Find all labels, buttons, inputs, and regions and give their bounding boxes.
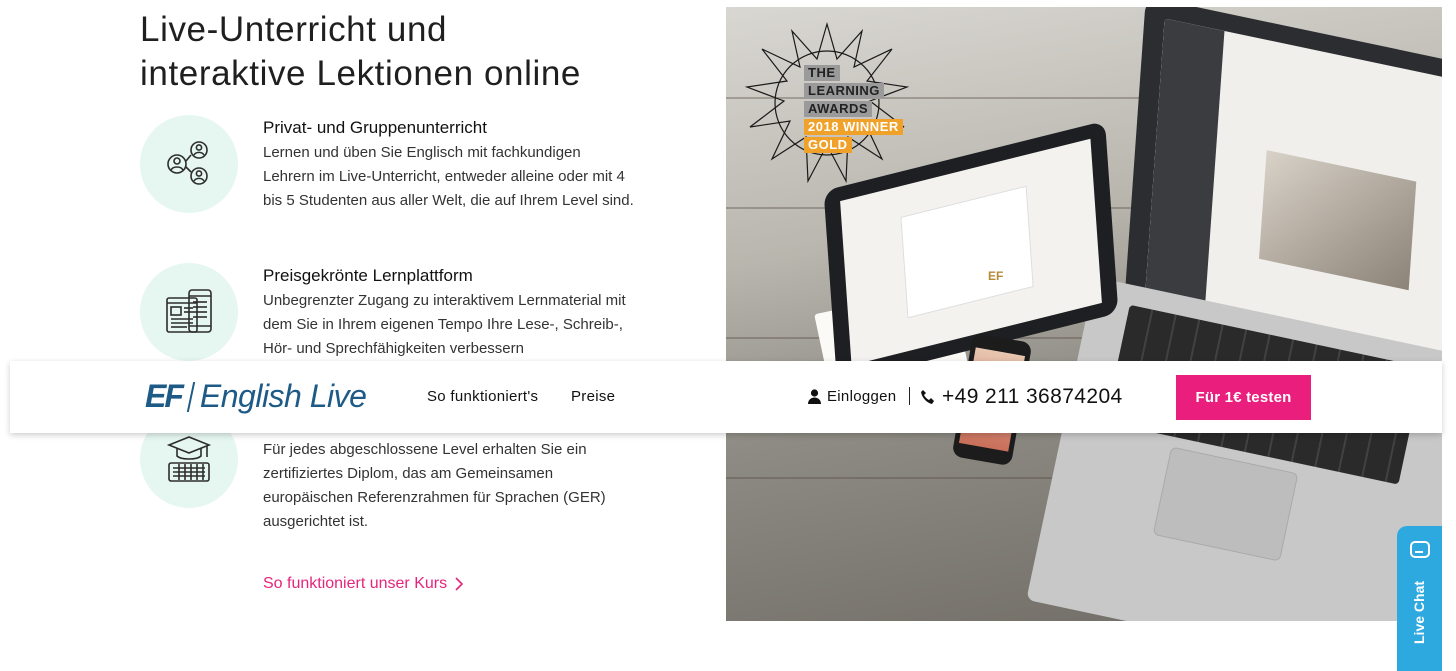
nav-separator [909,387,910,405]
user-icon [808,389,821,404]
how-course-works-link[interactable]: So funktioniert unser Kurs [263,575,464,593]
heading-line-2: interaktive Lektionen online [140,54,581,93]
logo-divider [186,381,196,412]
phone-link[interactable]: +49 211 36874204 [920,385,1123,409]
devices-icon [140,263,238,361]
logo-ef: EF [145,378,184,414]
english-live-logo[interactable]: EF English Live [145,378,367,415]
ef-certificate-mark: EF [988,269,1004,283]
award-line-1: THE [804,65,840,81]
award-line-4: 2018 WINNER [804,119,903,135]
live-chat-label: Live Chat [1411,580,1427,644]
sticky-navbar: EF English Live So funktioniert's Preise… [10,361,1442,433]
certificate-illustration [900,185,1034,319]
login-link[interactable]: Einloggen [808,388,896,405]
phone-number-label: +49 211 36874204 [942,385,1123,408]
feature-description: Lernen und üben Sie Englisch mit fachkun… [263,144,634,209]
award-line-3: AWARDS [804,101,873,117]
chat-bubble-icon [1410,541,1430,558]
feature-learning-platform: Preisgekrönte Lernplattform Unbegrenzter… [140,263,640,373]
live-chat-tab[interactable]: Live Chat [1397,526,1442,671]
nav-how-it-works[interactable]: So funktioniert's [427,388,538,405]
logo-text: English Live [199,378,367,414]
feature-description: Unbegrenzter Zugang zu interaktivem Lern… [263,292,626,357]
heading-line-1: Live-Unterricht und [140,10,448,49]
section-heading: Live-Unterricht und interaktive Lektione… [140,8,581,96]
feature-private-group-lessons: Privat- und Gruppenunterricht Lernen und… [140,115,640,245]
award-line-2: LEARNING [804,83,884,99]
try-for-1-euro-button[interactable]: Für 1€ testen [1176,375,1311,420]
hero-image: EF THE LEARNING AWARDS 2018 WINNER GOLD [726,7,1442,621]
feature-title: Preisgekrönte Lernplattform [263,266,473,285]
group-users-icon [140,115,238,213]
award-line-5: GOLD [804,137,852,153]
course-link-label: So funktioniert unser Kurs [263,575,448,592]
nav-prices[interactable]: Preise [571,388,615,405]
feature-description: Für jedes abgeschlossene Level erhalten … [263,441,606,530]
chevron-right-icon [455,577,464,591]
learning-awards-badge: THE LEARNING AWARDS 2018 WINNER GOLD [742,19,912,189]
login-label: Einloggen [827,388,897,405]
phone-icon [921,390,934,404]
feature-title: Privat- und Gruppenunterricht [263,118,487,137]
